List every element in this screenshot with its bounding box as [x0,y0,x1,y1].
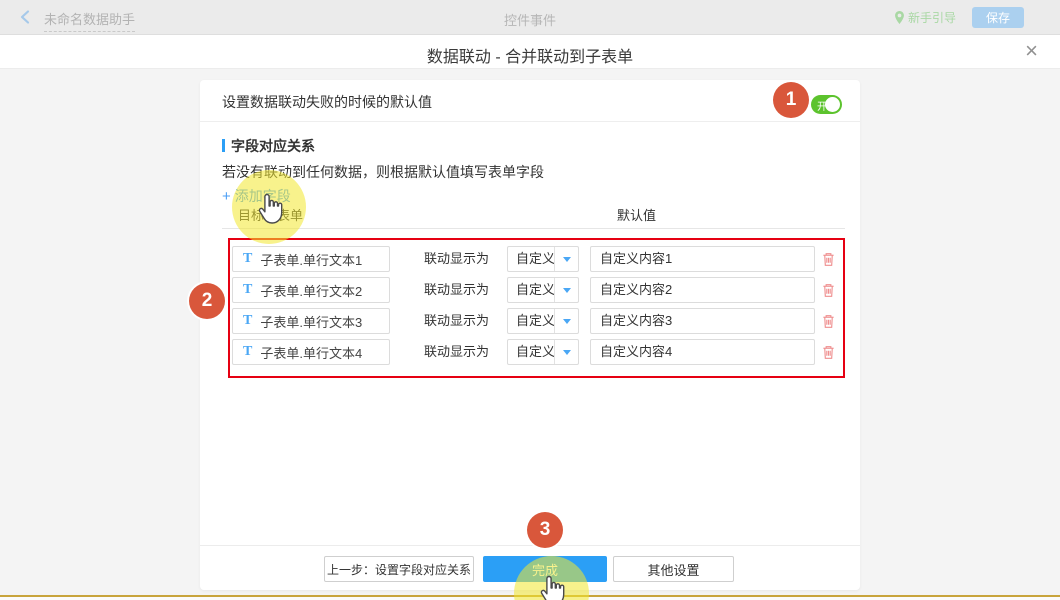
hand-cursor-icon [254,192,286,228]
section-title: 字段对应关系 [231,136,315,156]
settings-card: 设置数据联动失败的时候的默认值 开 字段对应关系 若没有联动到任何数据，则根据默… [200,80,860,590]
page: 未命名数据助手 控件事件 新手引导 保存 数据联动 - 合并联动到子表单 × 设… [0,0,1060,600]
header-divider [222,228,845,229]
other-settings-button[interactable]: 其他设置 [613,556,734,582]
dialog-header: 数据联动 - 合并联动到子表单 × [0,35,1060,69]
default-value-title: 设置数据联动失败的时候的默认值 [222,92,432,112]
default-value-toggle[interactable]: 开 [811,95,842,114]
toggle-knob [825,97,840,112]
close-icon[interactable]: × [1025,38,1038,64]
annotation-step-3: 3 [527,512,563,548]
guide-label: 新手引导 [908,9,956,26]
location-pin-icon [894,10,905,25]
column-header-default: 默认值 [617,205,656,224]
plus-icon: + [222,188,231,205]
topbar: 未命名数据助手 控件事件 新手引导 保存 [0,0,1060,35]
hand-cursor-icon [536,574,568,600]
save-button[interactable]: 保存 [972,7,1024,28]
annotation-outline-box [228,238,845,378]
default-value-header: 设置数据联动失败的时候的默认值 开 [200,80,860,122]
dialog-title: 数据联动 - 合并联动到子表单 [0,43,1060,67]
annotation-step-2: 2 [189,283,225,319]
annotation-step-1: 1 [773,82,809,118]
prev-step-button[interactable]: 上一步：设置字段对应关系 [324,556,474,582]
section-accent-bar [222,139,225,152]
guide-link[interactable]: 新手引导 [894,9,956,26]
